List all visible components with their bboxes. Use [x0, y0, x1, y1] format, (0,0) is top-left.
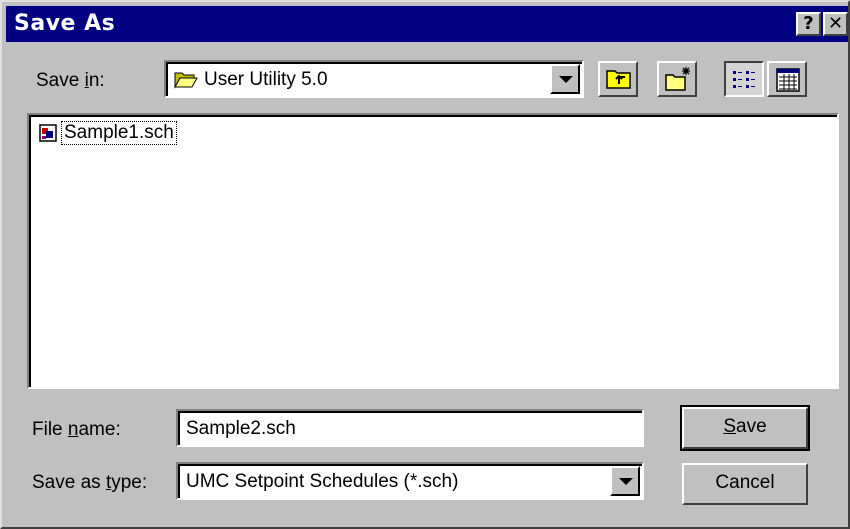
schedule-file-icon — [39, 124, 57, 142]
save-in-combobox[interactable]: User Utility 5.0 — [164, 60, 584, 98]
new-folder-icon — [665, 67, 690, 91]
file-name-value: Sample2.sch — [186, 418, 296, 439]
window-title: Save As — [14, 11, 116, 36]
save-in-value: User Utility 5.0 — [204, 69, 328, 90]
file-name-input[interactable]: Sample2.sch — [176, 409, 644, 447]
chevron-down-icon — [619, 478, 633, 485]
chevron-down-icon — [559, 76, 573, 83]
close-button[interactable]: ✕ — [823, 12, 848, 36]
save-button[interactable]: Save — [680, 405, 810, 451]
save-in-dropdown-button[interactable] — [550, 64, 580, 94]
save-in-label: Save in: — [36, 70, 105, 91]
cancel-button[interactable]: Cancel — [682, 463, 808, 505]
folder-open-icon — [174, 72, 198, 89]
file-name-label: Sample1.sch — [61, 121, 177, 145]
details-view-button[interactable] — [767, 61, 807, 97]
up-one-level-button[interactable] — [598, 61, 638, 97]
new-folder-button[interactable] — [657, 61, 697, 97]
help-button[interactable]: ? — [796, 12, 821, 36]
save-as-dialog: Save As ? ✕ Save in: User Utility 5.0 Sa… — [0, 0, 850, 529]
title-bar[interactable]: Save As ? ✕ — [6, 6, 848, 42]
save-as-type-dropdown-button[interactable] — [610, 466, 640, 496]
file-name-label: File name: — [32, 419, 121, 440]
list-view-button[interactable] — [724, 61, 764, 97]
details-view-icon — [776, 68, 800, 92]
list-view-icon — [733, 71, 755, 88]
save-as-type-value: UMC Setpoint Schedules (*.sch) — [186, 471, 459, 492]
file-list[interactable]: Sample1.sch — [27, 113, 839, 389]
up-one-level-icon — [606, 70, 631, 89]
save-as-type-label: Save as type: — [32, 472, 148, 493]
save-as-type-combobox[interactable]: UMC Setpoint Schedules (*.sch) — [176, 462, 644, 500]
